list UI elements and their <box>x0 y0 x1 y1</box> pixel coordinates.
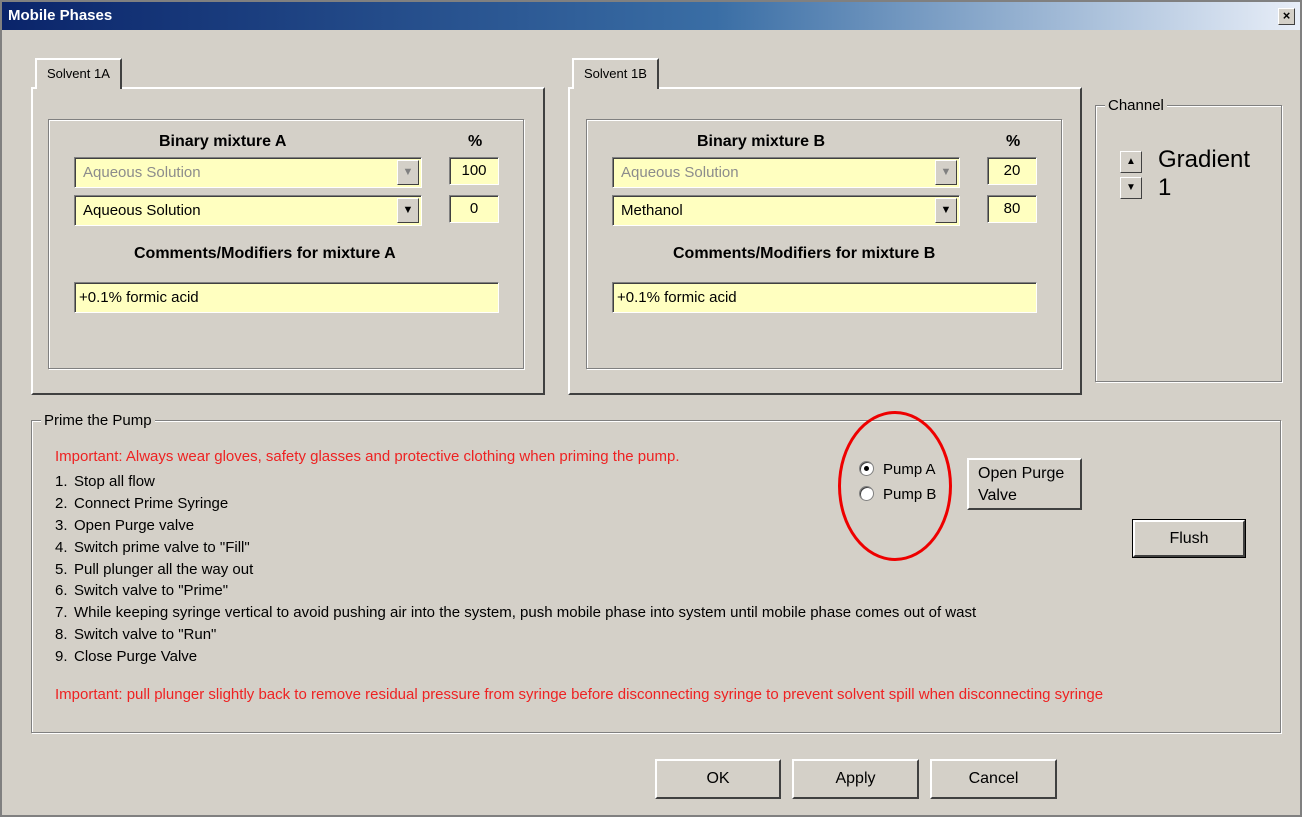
ok-button[interactable]: OK <box>655 759 781 799</box>
mixture-b-solvent2-select[interactable]: Methanol ▼ <box>612 195 960 226</box>
mixture-a-solvent1-value: Aqueous Solution <box>83 164 201 181</box>
tab-solvent-1a-label: Solvent 1A <box>47 66 110 81</box>
step-number: 1. <box>55 473 68 490</box>
mixture-a-header: Binary mixture A <box>159 133 287 150</box>
mobile-phases-dialog: Mobile Phases × Solvent 1A Binary mixtur… <box>0 0 1302 817</box>
close-button[interactable]: × <box>1278 8 1295 25</box>
cancel-button[interactable]: Cancel <box>930 759 1057 799</box>
annotation-circle <box>838 411 952 561</box>
chevron-down-icon[interactable]: ▼ <box>935 198 957 223</box>
step-number: 9. <box>55 648 68 665</box>
window-title: Mobile Phases <box>8 7 113 24</box>
chevron-down-icon[interactable]: ▼ <box>397 198 419 223</box>
mixture-b-comments-field[interactable]: +0.1% formic acid <box>612 282 1037 313</box>
mixture-a-solvent2-value: Aqueous Solution <box>83 202 201 219</box>
prime-pump-title: Prime the Pump <box>41 412 155 429</box>
step-text: While keeping syringe vertical to avoid … <box>74 604 977 621</box>
mixture-b-solvent1-value: Aqueous Solution <box>621 164 739 181</box>
step-number: 8. <box>55 626 68 643</box>
channel-label: Gradient <box>1158 146 1251 173</box>
step-number: 7. <box>55 604 68 621</box>
mixture-a-percent-header: % <box>468 133 483 150</box>
step-number: 2. <box>55 495 68 512</box>
channel-down-button[interactable]: ▼ <box>1120 177 1142 199</box>
apply-button[interactable]: Apply <box>792 759 919 799</box>
mixture-a-comments-field[interactable]: +0.1% formic acid <box>74 282 499 313</box>
step-text: Switch valve to "Prime" <box>74 582 229 599</box>
channel-up-button[interactable]: ▲ <box>1120 151 1142 173</box>
mixture-b-comments-header: Comments/Modifiers for mixture B <box>673 245 936 262</box>
step-number: 5. <box>55 561 68 578</box>
chevron-down-icon: ▼ <box>1126 182 1136 193</box>
channel-value: 1 <box>1158 174 1172 201</box>
mixture-a-solvent1-select: Aqueous Solution ▼ <box>74 157 422 188</box>
mixture-a-solvent1-percent[interactable]: 100 <box>449 157 499 185</box>
step-text: Connect Prime Syringe <box>74 495 229 512</box>
tab-solvent-1a[interactable]: Solvent 1A <box>35 58 122 89</box>
mixture-b-solvent1-percent[interactable]: 20 <box>987 157 1037 185</box>
open-purge-label-line1: Open Purge <box>978 465 1065 482</box>
step-number: 6. <box>55 582 68 599</box>
step-text: Switch prime valve to "Fill" <box>74 539 250 556</box>
mixture-b-percent-header: % <box>1006 133 1021 150</box>
tab-solvent-1b-label: Solvent 1B <box>584 66 647 81</box>
step-text: Open Purge valve <box>74 517 195 534</box>
mixture-b-solvent2-value: Methanol <box>621 202 683 219</box>
title-bar[interactable]: Mobile Phases × <box>2 2 1300 30</box>
step-text: Pull plunger all the way out <box>74 561 254 578</box>
chevron-down-icon: ▼ <box>935 160 957 185</box>
step-text: Close Purge Valve <box>74 648 198 665</box>
prime-warning-top: Important: Always wear gloves, safety gl… <box>55 448 680 465</box>
mixture-b-solvent1-select: Aqueous Solution ▼ <box>612 157 960 188</box>
mixture-b-header: Binary mixture B <box>697 133 826 150</box>
open-purge-valve-button[interactable]: Open Purge Valve <box>967 458 1082 510</box>
flush-button[interactable]: Flush <box>1132 519 1246 558</box>
step-number: 4. <box>55 539 68 556</box>
mixture-a-solvent2-select[interactable]: Aqueous Solution ▼ <box>74 195 422 226</box>
prime-warning-bottom: Important: pull plunger slightly back to… <box>55 686 1104 703</box>
mixture-b-solvent2-percent[interactable]: 80 <box>987 195 1037 223</box>
open-purge-label-line2: Valve <box>978 487 1017 504</box>
chevron-down-icon: ▼ <box>397 160 419 185</box>
channel-group-title: Channel <box>1105 97 1167 114</box>
tab-solvent-1b[interactable]: Solvent 1B <box>572 58 659 89</box>
step-text: Stop all flow <box>74 473 155 490</box>
chevron-up-icon: ▲ <box>1126 156 1136 167</box>
step-number: 3. <box>55 517 68 534</box>
mixture-a-solvent2-percent[interactable]: 0 <box>449 195 499 223</box>
step-text: Switch valve to "Run" <box>74 626 217 643</box>
mixture-a-comments-header: Comments/Modifiers for mixture A <box>134 245 396 262</box>
close-icon: × <box>1282 8 1291 23</box>
